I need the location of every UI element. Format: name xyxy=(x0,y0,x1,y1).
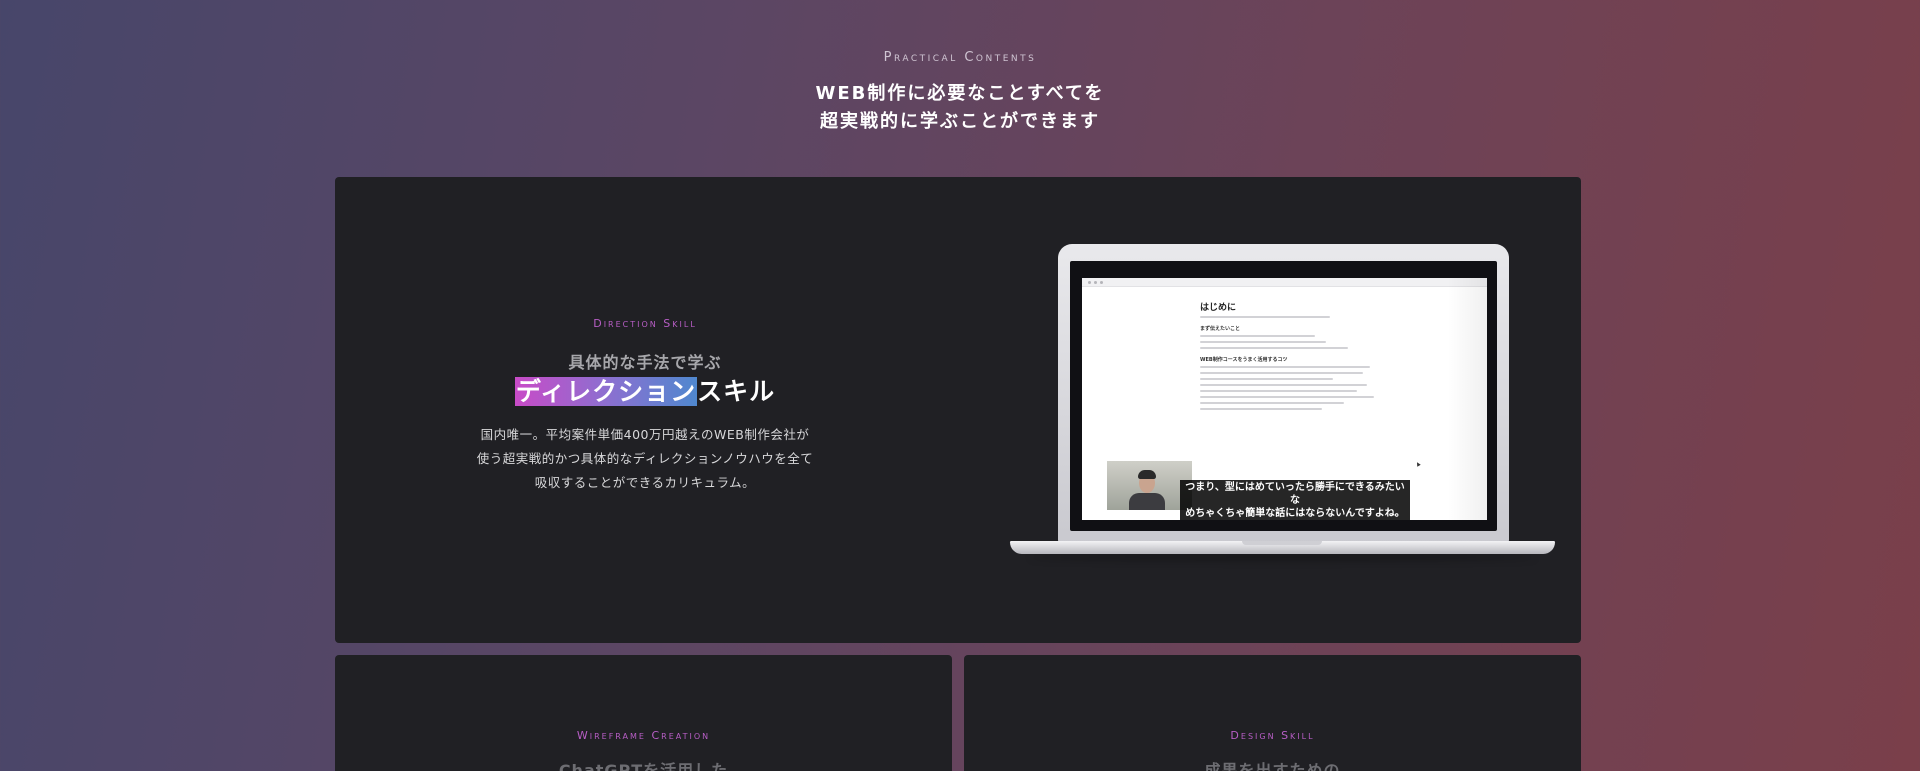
headline-line-1: WEB制作に必要なことすべてを xyxy=(815,83,1105,104)
card-title-rest: スキル xyxy=(697,377,776,406)
card-title: ディレクションスキル xyxy=(475,372,815,408)
caption-line-2: めちゃくちゃ簡単な話にはならないんですよね。 xyxy=(1185,508,1405,519)
card-title: ChatGPTを活用した xyxy=(558,761,729,771)
card-description: 国内唯一。平均案件単価400万円越えのWEB制作会社が使う超実戦的かつ具体的なデ… xyxy=(476,427,814,490)
browser-dot-icon xyxy=(1088,280,1091,284)
section-headline: WEB制作に必要なことすべてを 超実戦的に学ぶことができます xyxy=(0,80,1920,136)
card-title-highlight: ディレクション xyxy=(514,377,698,406)
doc-section-2: WEB制作コースをうまく活用するコツ xyxy=(1200,357,1288,363)
card-label: Design Skill xyxy=(1230,729,1315,742)
doc-section-1: まず伝えたいこと xyxy=(1200,326,1241,332)
headline-line-2: 超実戦的に学ぶことができます xyxy=(820,111,1100,132)
laptop-screen: はじめに まず伝えたいこと WEB制作コースをうまく活用するコツ つまり、型には… xyxy=(1082,278,1487,520)
design-skill-card: Design Skill 成果を出すための xyxy=(964,655,1581,771)
doc-intro-lines xyxy=(1200,316,1385,318)
instructor-hair xyxy=(1138,470,1156,479)
instructor-body xyxy=(1129,493,1165,510)
browser-dot-icon xyxy=(1094,280,1097,284)
course-document: はじめに まず伝えたいこと WEB制作コースをうまく活用するコツ xyxy=(1200,300,1385,414)
caption-line-1: つまり、型にはめていったら勝手にできるみたいな xyxy=(1185,482,1405,506)
card-label: Wireframe Creation xyxy=(576,729,711,742)
doc-section-2-lines xyxy=(1200,366,1385,410)
screen-shade xyxy=(1447,278,1487,520)
browser-dot-icon xyxy=(1100,280,1103,284)
laptop-shadow xyxy=(1030,554,1535,560)
card-subtitle: 具体的な手法で学ぶ xyxy=(568,353,722,372)
laptop-mockup: はじめに まず伝えたいこと WEB制作コースをうまく活用するコツ つまり、型には… xyxy=(1010,244,1555,564)
doc-section-1-lines xyxy=(1200,335,1385,349)
mouse-cursor-icon xyxy=(1415,461,1421,467)
card-label: Direction Skill xyxy=(593,317,697,330)
section-eyebrow: Practical Contents xyxy=(883,50,1037,65)
doc-title: はじめに xyxy=(1200,303,1237,313)
browser-bar xyxy=(1082,278,1487,287)
video-caption: つまり、型にはめていったら勝手にできるみたいな めちゃくちゃ簡単な話にはならない… xyxy=(1180,480,1410,520)
wireframe-creation-card: Wireframe Creation ChatGPTを活用した xyxy=(335,655,952,771)
laptop-notch xyxy=(1242,541,1322,545)
direction-skill-card: Direction Skill 具体的な手法で学ぶ ディレクションスキル 国内唯… xyxy=(335,177,1581,643)
card-title: 成果を出すための xyxy=(1204,761,1341,771)
